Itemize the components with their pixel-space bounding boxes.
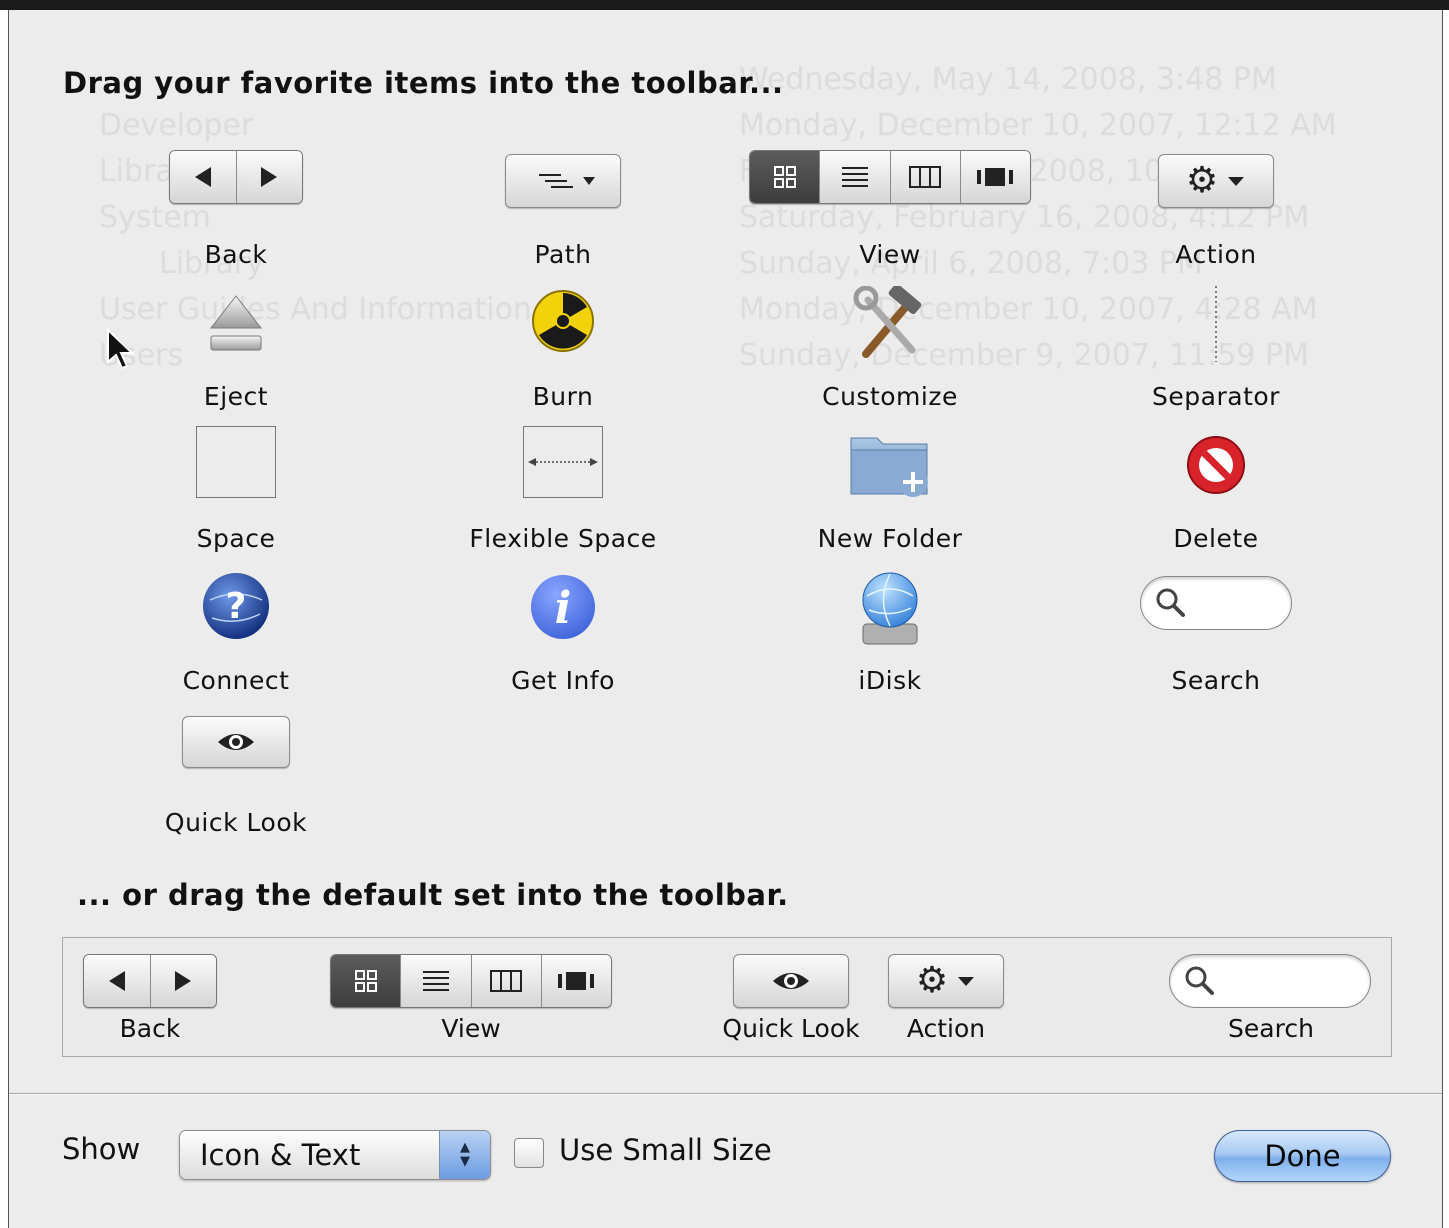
- search-field-icon: [1140, 576, 1292, 630]
- palette-item-new-folder[interactable]: New Folder: [740, 426, 1040, 553]
- customize-icon: [853, 286, 922, 358]
- idisk-icon: [862, 572, 918, 645]
- default-item-action[interactable]: ⚙ Action: [880, 954, 1012, 1043]
- new-folder-icon: [850, 437, 928, 497]
- svg-text:?: ?: [226, 586, 247, 627]
- palette-item-back[interactable]: Back: [86, 142, 386, 269]
- footer-divider-highlight: [9, 1094, 1442, 1095]
- default-item-search[interactable]: Search: [1169, 954, 1373, 1043]
- view-segment-icon: [330, 954, 612, 1008]
- svg-text:i: i: [555, 583, 572, 634]
- use-small-size-label[interactable]: Use Small Size: [559, 1133, 772, 1167]
- show-popup-button[interactable]: Icon & Text ▲ ▼: [179, 1130, 491, 1180]
- palette-item-connect[interactable]: ? Connect: [86, 568, 386, 695]
- palette-item-burn[interactable]: Burn: [413, 284, 713, 411]
- customize-toolbar-sheet: Wednesday, May 14, 2008, 3:48 PM Develop…: [8, 10, 1443, 1228]
- search-icon: [1185, 966, 1214, 995]
- connect-icon: ?: [203, 573, 269, 639]
- show-label: Show: [62, 1132, 141, 1166]
- palette-item-view[interactable]: View: [740, 142, 1040, 269]
- palette-item-space[interactable]: Space: [86, 426, 386, 553]
- back-forward-icon: [83, 954, 217, 1008]
- bg-date: Wednesday, May 14, 2008, 3:48 PM: [739, 62, 1277, 97]
- get-info-icon: i: [531, 575, 595, 639]
- palette-item-flexible-space[interactable]: Flexible Space: [413, 426, 713, 553]
- palette-item-idisk[interactable]: iDisk: [740, 568, 1040, 695]
- palette-heading: Drag your favorite items into the toolba…: [63, 66, 784, 100]
- palette-item-customize[interactable]: Customize: [740, 284, 1040, 411]
- eject-icon: [209, 295, 263, 351]
- palette-item-path[interactable]: Path: [413, 142, 713, 269]
- eye-icon: [733, 954, 849, 1008]
- mouse-cursor-icon: [107, 328, 135, 370]
- space-icon: [196, 426, 276, 498]
- palette-item-search[interactable]: Search: [1066, 568, 1366, 695]
- back-forward-icon: [169, 150, 303, 204]
- palette-item-quick-look[interactable]: Quick Look: [86, 710, 386, 837]
- window-top-edge: [0, 0, 1449, 10]
- palette-item-get-info[interactable]: i Get Info: [413, 568, 713, 695]
- search-icon: [1156, 588, 1185, 617]
- gear-icon: ⚙: [1158, 154, 1274, 208]
- palette-item-separator[interactable]: Separator: [1066, 284, 1366, 411]
- show-popup-value: Icon & Text: [200, 1138, 361, 1172]
- default-set-tray[interactable]: Back View Quick Look ⚙ Action Search: [62, 937, 1392, 1057]
- flexible-space-icon: [523, 426, 603, 498]
- eye-icon: [182, 716, 290, 768]
- use-small-size-checkbox[interactable]: [514, 1138, 544, 1168]
- popup-arrows-icon: ▲ ▼: [439, 1131, 490, 1179]
- default-item-back[interactable]: Back: [83, 954, 217, 1043]
- gear-icon: ⚙: [888, 954, 1004, 1008]
- palette-item-delete[interactable]: Delete: [1066, 426, 1366, 553]
- view-segment-icon: [749, 150, 1031, 204]
- search-field-icon: [1169, 954, 1371, 1008]
- palette-item-action[interactable]: ⚙ Action: [1066, 142, 1366, 269]
- bg-date: Monday, December 10, 2007, 12:12 AM: [739, 108, 1337, 143]
- default-item-view[interactable]: View: [330, 954, 612, 1043]
- done-button[interactable]: Done: [1214, 1130, 1391, 1182]
- default-set-heading: ... or drag the default set into the too…: [77, 878, 789, 912]
- path-icon: [505, 154, 621, 208]
- bg-name: Developer: [99, 108, 254, 143]
- delete-icon: [1187, 436, 1245, 494]
- separator-icon: [1215, 286, 1217, 362]
- default-item-quick-look[interactable]: Quick Look: [711, 954, 871, 1043]
- burn-icon: [532, 290, 594, 352]
